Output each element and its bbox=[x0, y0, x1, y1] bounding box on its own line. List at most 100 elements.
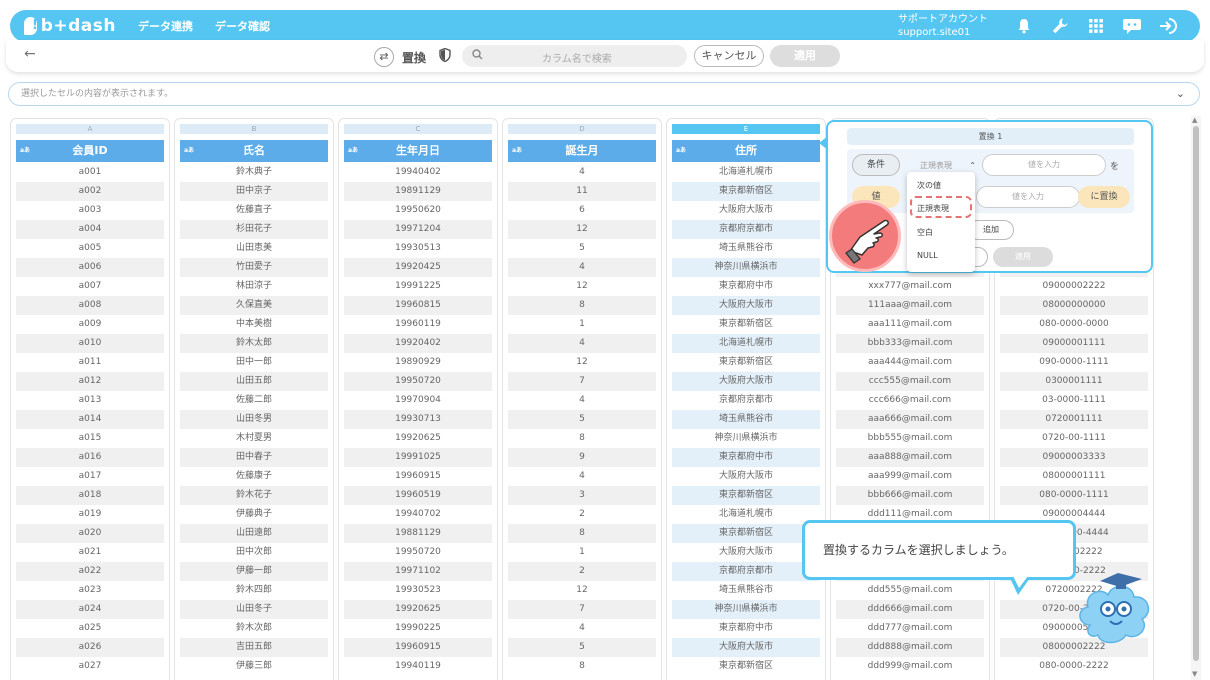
table-cell[interactable]: 北海道札幌市 bbox=[672, 505, 820, 524]
table-cell[interactable]: 0300001111 bbox=[1000, 372, 1148, 391]
table-cell[interactable]: 田中次郎 bbox=[180, 543, 328, 562]
table-cell[interactable]: aaa111@mail.com bbox=[836, 315, 984, 334]
table-cell[interactable]: 4 bbox=[508, 163, 656, 182]
cell-content-bar[interactable]: 選択したセルの内容が表示されます。 ⌄ bbox=[8, 82, 1200, 106]
table-cell[interactable]: 19940402 bbox=[344, 163, 492, 182]
table-cell[interactable]: 田中春子 bbox=[180, 448, 328, 467]
table-cell[interactable]: ccc555@mail.com bbox=[836, 372, 984, 391]
option-next-value[interactable]: 次の値 bbox=[917, 180, 941, 191]
table-cell[interactable]: 090-0000-1111 bbox=[1000, 353, 1148, 372]
cancel-button[interactable]: キャンセル bbox=[694, 45, 764, 67]
table-cell[interactable]: 東京都府中市 bbox=[672, 448, 820, 467]
table-cell[interactable]: 19930513 bbox=[344, 239, 492, 258]
table-cell[interactable]: 東京都新宿区 bbox=[672, 182, 820, 201]
table-cell[interactable]: 19990225 bbox=[344, 619, 492, 638]
table-cell[interactable]: 東京都新宿区 bbox=[672, 657, 820, 676]
table-cell[interactable]: 京都府京都市 bbox=[672, 220, 820, 239]
chevron-down-icon[interactable]: ⌄ bbox=[1176, 83, 1185, 105]
table-cell[interactable]: 19920425 bbox=[344, 258, 492, 277]
table-cell[interactable]: 09000002222 bbox=[1000, 277, 1148, 296]
table-cell[interactable]: 11 bbox=[508, 182, 656, 201]
table-cell[interactable]: ccc666@mail.com bbox=[836, 391, 984, 410]
table-cell[interactable]: 鈴木典子 bbox=[180, 163, 328, 182]
table-cell[interactable]: 19971204 bbox=[344, 220, 492, 239]
table-cell[interactable]: 12 bbox=[508, 353, 656, 372]
column-letter[interactable]: D bbox=[508, 124, 656, 134]
table-cell[interactable]: 6 bbox=[508, 201, 656, 220]
table-cell[interactable]: 東京都府中市 bbox=[672, 277, 820, 296]
table-cell[interactable]: a002 bbox=[16, 182, 164, 201]
table-cell[interactable]: 080-0000-1111 bbox=[1000, 486, 1148, 505]
table-cell[interactable]: 08000001111 bbox=[1000, 467, 1148, 486]
table-cell[interactable]: 19881129 bbox=[344, 524, 492, 543]
table-cell[interactable]: a011 bbox=[16, 353, 164, 372]
column-b[interactable]: Baあ 氏名 鈴木典子 田中京子 佐藤直子 杉田花子 山田恵美 竹田愛子 林田涼子 久保直美 中本美… bbox=[174, 118, 334, 680]
table-cell[interactable]: 埼玉県熊谷市 bbox=[672, 581, 820, 600]
table-cell[interactable]: 京都府京都市 bbox=[672, 391, 820, 410]
scrollbar-thumb[interactable] bbox=[1193, 126, 1199, 661]
table-cell[interactable]: 4 bbox=[508, 619, 656, 638]
table-cell[interactable]: 大阪府大阪市 bbox=[672, 543, 820, 562]
table-cell[interactable]: 19960119 bbox=[344, 315, 492, 334]
column-c[interactable]: Caあ 生年月日 19940402 19891129 19950620 19971204 1… bbox=[338, 118, 498, 680]
table-cell[interactable]: 鈴木花子 bbox=[180, 486, 328, 505]
table-cell[interactable]: 111aaa@mail.com bbox=[836, 296, 984, 315]
table-cell[interactable]: 12 bbox=[508, 220, 656, 239]
table-cell[interactable]: 19950720 bbox=[344, 543, 492, 562]
table-cell[interactable]: aaa666@mail.com bbox=[836, 410, 984, 429]
table-cell[interactable]: ddd555@mail.com bbox=[836, 581, 984, 600]
table-cell[interactable]: 北海道札幌市 bbox=[672, 163, 820, 182]
table-cell[interactable]: xxx777@mail.com bbox=[836, 277, 984, 296]
table-cell[interactable]: 5 bbox=[508, 239, 656, 258]
table-cell[interactable]: 鈴木次郎 bbox=[180, 619, 328, 638]
table-cell[interactable]: aaa999@mail.com bbox=[836, 467, 984, 486]
table-cell[interactable]: a009 bbox=[16, 315, 164, 334]
column-header[interactable]: aあ 氏名 bbox=[180, 140, 328, 162]
table-cell[interactable]: a020 bbox=[16, 524, 164, 543]
table-cell[interactable]: a018 bbox=[16, 486, 164, 505]
table-cell[interactable]: 久保直美 bbox=[180, 296, 328, 315]
table-cell[interactable]: 3 bbox=[508, 486, 656, 505]
table-cell[interactable]: a024 bbox=[16, 600, 164, 619]
table-cell[interactable]: a025 bbox=[16, 619, 164, 638]
table-cell[interactable]: 鈴木太郎 bbox=[180, 334, 328, 353]
table-cell[interactable]: 東京都新宿区 bbox=[672, 315, 820, 334]
column-search-input[interactable]: カラム名で検索 bbox=[462, 45, 687, 67]
table-cell[interactable]: 19940702 bbox=[344, 505, 492, 524]
table-cell[interactable]: 19920402 bbox=[344, 334, 492, 353]
table-cell[interactable]: 大阪府大阪市 bbox=[672, 296, 820, 315]
table-cell[interactable]: 080-0000-2222 bbox=[1000, 657, 1148, 676]
option-blank[interactable]: 空白 bbox=[917, 227, 933, 238]
table-cell[interactable]: 19920625 bbox=[344, 600, 492, 619]
table-cell[interactable]: 19890929 bbox=[344, 353, 492, 372]
table-cell[interactable]: a005 bbox=[16, 239, 164, 258]
table-cell[interactable]: 田中一郎 bbox=[180, 353, 328, 372]
apply-button[interactable]: 適用 bbox=[770, 45, 840, 67]
table-cell[interactable]: 山田遠郎 bbox=[180, 524, 328, 543]
table-cell[interactable]: 山田冬子 bbox=[180, 600, 328, 619]
scroll-down-icon[interactable]: ▼ bbox=[1192, 670, 1197, 678]
account-info[interactable]: サポートアカウント support.site01 bbox=[898, 13, 988, 39]
column-a[interactable]: Aaあ 会員ID a001 a002 a003 a004 a005 a006 a007 a008 a… bbox=[10, 118, 170, 680]
table-cell[interactable]: a027 bbox=[16, 657, 164, 676]
table-cell[interactable]: 0720-00-1111 bbox=[1000, 429, 1148, 448]
table-cell[interactable]: 神奈川県横浜市 bbox=[672, 429, 820, 448]
table-cell[interactable]: a001 bbox=[16, 163, 164, 182]
table-cell[interactable]: 東京都新宿区 bbox=[672, 486, 820, 505]
table-cell[interactable]: 9 bbox=[508, 448, 656, 467]
table-cell[interactable]: 東京都新宿区 bbox=[672, 353, 820, 372]
table-cell[interactable]: 1 bbox=[508, 543, 656, 562]
table-cell[interactable]: 山田恵美 bbox=[180, 239, 328, 258]
table-cell[interactable]: 8 bbox=[508, 429, 656, 448]
table-cell[interactable]: 大阪府大阪市 bbox=[672, 201, 820, 220]
table-cell[interactable]: 19960519 bbox=[344, 486, 492, 505]
table-cell[interactable]: a013 bbox=[16, 391, 164, 410]
table-cell[interactable]: 竹田愛子 bbox=[180, 258, 328, 277]
table-cell[interactable]: 大阪府大阪市 bbox=[672, 467, 820, 486]
table-cell[interactable]: 佐藤直子 bbox=[180, 201, 328, 220]
table-cell[interactable]: 伊藤三郎 bbox=[180, 657, 328, 676]
scroll-up-icon[interactable]: ▲ bbox=[1192, 116, 1197, 124]
table-cell[interactable]: 北海道札幌市 bbox=[672, 334, 820, 353]
table-cell[interactable]: 7 bbox=[508, 600, 656, 619]
logout-icon[interactable] bbox=[1150, 10, 1186, 42]
